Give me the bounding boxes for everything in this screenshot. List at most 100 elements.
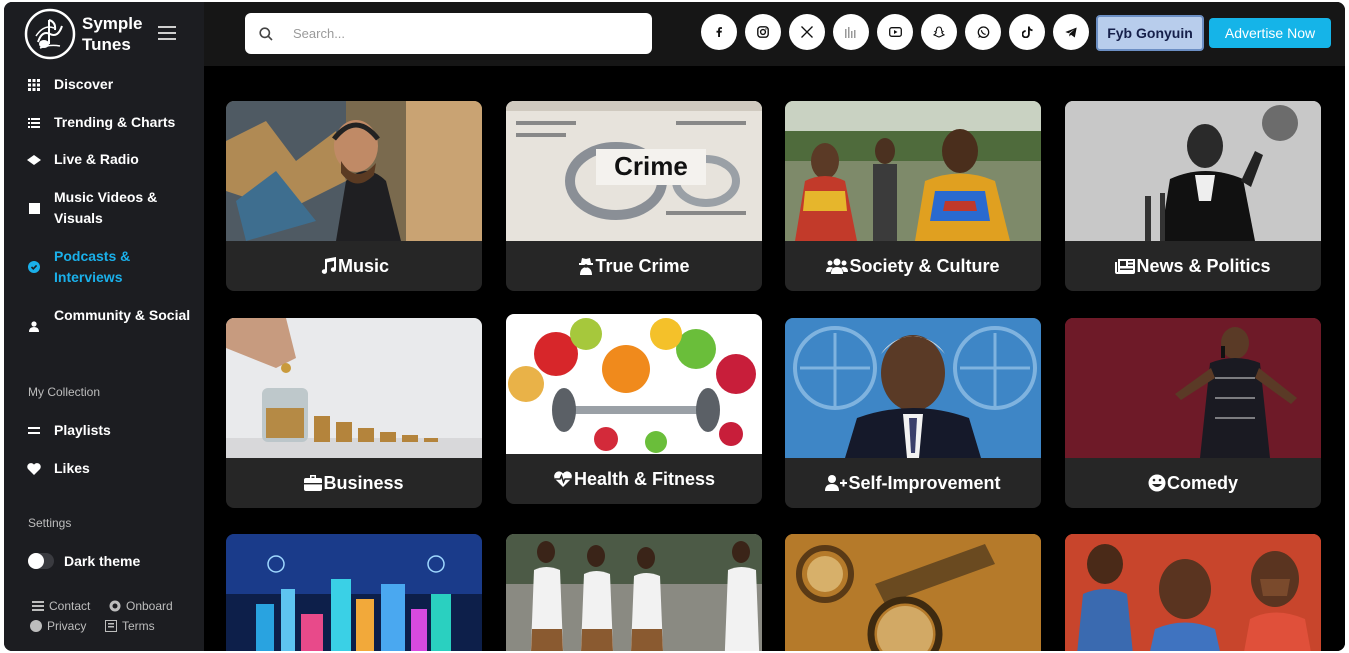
category-grid: Music Crime True Crime Society & Culture…: [204, 66, 1345, 651]
sidebar-item-label: Live & Radio: [54, 151, 139, 167]
sidebar-item-label: Trending & Charts: [54, 114, 176, 130]
category-image-comedy: [1065, 318, 1321, 458]
hamburger-menu-icon[interactable]: [158, 26, 176, 40]
category-label-text: Business: [323, 472, 404, 493]
users-icon: [826, 258, 849, 274]
heart-icon: [26, 458, 42, 479]
podcast-icon: [26, 246, 42, 288]
advertise-button[interactable]: Advertise Now: [1209, 18, 1331, 48]
category-image-true-crime: Crime: [506, 101, 762, 241]
heartbeat-icon: [554, 471, 572, 487]
category-label: Music: [226, 241, 482, 291]
category-label-text: True Crime: [595, 255, 690, 276]
category-card-technology[interactable]: [226, 534, 482, 651]
contact-label: Contact: [49, 599, 91, 613]
category-label-text: Comedy: [1166, 472, 1238, 493]
privacy-label: Privacy: [47, 619, 87, 633]
music-note-icon: [321, 257, 336, 274]
search-icon: [259, 26, 273, 41]
telegram-icon[interactable]: [1053, 14, 1089, 50]
snapchat-icon[interactable]: [921, 14, 957, 50]
category-label-text: News & Politics: [1136, 255, 1271, 276]
sidebar-item-label: Discover: [54, 76, 114, 92]
sidebar-item-likes[interactable]: Likes: [26, 458, 196, 479]
contact-icon: [32, 601, 44, 611]
category-label-text: Music: [337, 255, 389, 276]
category-card-history[interactable]: [785, 534, 1041, 651]
whatsapp-icon[interactable]: [965, 14, 1001, 50]
section-label-collection: My Collection: [28, 385, 101, 399]
category-label-text: Society & Culture: [849, 255, 1000, 276]
category-image-history: [785, 534, 1041, 651]
category-image-technology: [226, 534, 482, 651]
app-window: Symple Tunes Discover Trending & Charts …: [4, 2, 1345, 651]
sidebar-item-discover[interactable]: Discover: [26, 74, 196, 95]
contact-link[interactable]: Contact: [32, 599, 90, 613]
sidebar: Symple Tunes Discover Trending & Charts …: [4, 2, 204, 651]
terms-label: Terms: [122, 619, 155, 633]
youtube-icon[interactable]: [877, 14, 913, 50]
x-icon[interactable]: [789, 14, 825, 50]
category-label: Self-Improvement: [785, 458, 1041, 508]
category-image-society-culture: [785, 101, 1041, 241]
category-image-music: [226, 101, 482, 241]
logo-icon: [24, 8, 76, 60]
category-label: Health & Fitness: [506, 454, 762, 504]
sidebar-item-live-radio[interactable]: Live & Radio: [26, 149, 196, 170]
playlist-icon: [26, 420, 42, 441]
sidebar-item-label: Community & Social: [54, 307, 191, 323]
dark-theme-toggle[interactable]: [28, 553, 54, 569]
brand-name: Symple Tunes: [82, 13, 142, 55]
category-card-religion[interactable]: [1065, 534, 1321, 651]
category-image-news-politics: [1065, 101, 1321, 241]
brand-name-line2: Tunes: [82, 35, 131, 54]
facebook-icon[interactable]: [701, 14, 737, 50]
sidebar-item-playlists[interactable]: Playlists: [26, 420, 196, 441]
category-card-business[interactable]: Business: [226, 318, 482, 508]
laugh-icon: [1148, 474, 1166, 492]
grid-icon: [26, 74, 42, 95]
briefcase-icon: [304, 475, 323, 491]
radio-icon: [26, 149, 42, 170]
video-icon: [26, 187, 42, 229]
category-card-society-culture[interactable]: Society & Culture: [785, 101, 1041, 291]
onboard-label: Onboard: [126, 599, 173, 613]
category-card-education[interactable]: [506, 534, 762, 651]
tiktok-icon[interactable]: [1009, 14, 1045, 50]
category-card-health-fitness[interactable]: Health & Fitness: [506, 314, 762, 504]
terms-link[interactable]: Terms: [105, 619, 155, 633]
category-label: Comedy: [1065, 458, 1321, 508]
brand-name-line1: Symple: [82, 14, 143, 33]
search-bar[interactable]: [245, 13, 652, 54]
sidebar-item-label: Music Videos & Visuals: [54, 189, 158, 226]
category-card-comedy[interactable]: Comedy: [1065, 318, 1321, 508]
sidebar-item-label: Playlists: [54, 422, 111, 438]
instagram-icon[interactable]: [745, 14, 781, 50]
sidebar-item-music-videos[interactable]: Music Videos & Visuals: [26, 187, 196, 229]
topbar: Fyb Gonyuin Advertise Now: [204, 2, 1345, 66]
audiomack-icon[interactable]: [833, 14, 869, 50]
onboard-icon: [109, 600, 121, 612]
category-card-self-improvement[interactable]: Self-Improvement: [785, 318, 1041, 508]
category-label: Business: [226, 458, 482, 508]
svg-text:Crime: Crime: [614, 151, 688, 181]
onboard-link[interactable]: Onboard: [109, 599, 173, 613]
section-label-settings: Settings: [28, 516, 72, 530]
sidebar-item-label: Likes: [54, 460, 90, 476]
category-image-health-fitness: [506, 314, 762, 454]
category-card-news-politics[interactable]: News & Politics: [1065, 101, 1321, 291]
category-image-self-improvement: [785, 318, 1041, 458]
list-icon: [26, 112, 42, 133]
category-card-music[interactable]: Music: [226, 101, 482, 291]
privacy-link[interactable]: Privacy: [30, 619, 86, 633]
newspaper-icon: [1115, 259, 1136, 274]
sidebar-item-podcasts[interactable]: Podcasts & Interviews: [26, 246, 196, 288]
detective-icon: [579, 258, 594, 275]
user-button[interactable]: Fyb Gonyuin: [1096, 15, 1204, 51]
category-card-true-crime[interactable]: Crime True Crime: [506, 101, 762, 291]
category-image-religion: [1065, 534, 1321, 651]
sidebar-item-community[interactable]: Community & Social: [26, 305, 196, 347]
brand[interactable]: Symple Tunes: [24, 8, 142, 60]
sidebar-item-trending[interactable]: Trending & Charts: [26, 112, 196, 133]
search-input[interactable]: [293, 26, 623, 41]
